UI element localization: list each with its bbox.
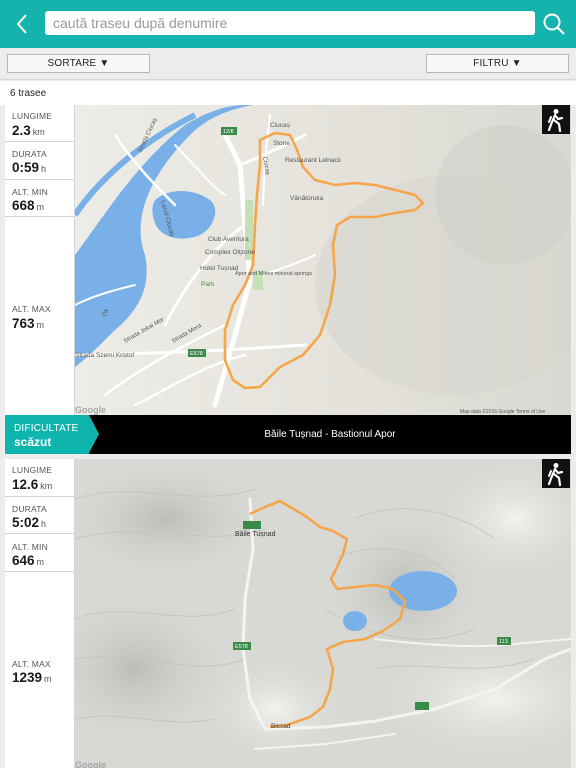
chevron-left-icon — [16, 14, 27, 34]
road-shield-bottom: E578 — [190, 351, 203, 357]
stat-value: 12.6 km — [12, 477, 53, 492]
map-label: Restaurant Lelnacii — [285, 157, 341, 164]
map-label: Ciucaș — [270, 122, 291, 129]
activity-badge — [542, 105, 570, 134]
road-shield: E578 — [235, 644, 248, 650]
map-label: Hotel Tușnad — [200, 265, 239, 272]
stat-length: LUNGIME 12.6 km — [5, 459, 74, 497]
stat-length: LUNGIME 2.3 km — [5, 105, 74, 142]
difficulty-badge: DIFICULTATE scăzut — [5, 415, 89, 454]
stat-label: DURATA — [12, 504, 47, 514]
stat-duration: DURATA 5:02 h — [5, 497, 74, 534]
route-map[interactable]: Ciucaș Stone Restaurant Lelnacii Vânător… — [75, 105, 571, 415]
difficulty-value: scăzut — [14, 435, 52, 449]
stat-label: LUNGIME — [12, 111, 53, 121]
stat-label: ALT. MAX — [12, 304, 51, 314]
map-label: Vânătoruka — [290, 195, 324, 202]
stat-alt-min: ALT. MIN 668 m — [5, 180, 74, 217]
stat-value: 2.3 km — [12, 123, 45, 138]
difficulty-label: DIFICULTATE — [14, 423, 79, 434]
route-map[interactable]: E578 113 Băile Tușnad Bicsad Google — [75, 459, 571, 768]
stat-value: 668 m — [12, 198, 45, 213]
map-label: Complex Olțzone — [205, 249, 255, 256]
stat-alt-max: ALT. MAX 763 m — [5, 217, 74, 415]
map-label: Bicsad — [271, 723, 291, 730]
map-label: Club Aventura — [208, 236, 249, 243]
google-logo: Google — [75, 760, 106, 768]
hiking-icon — [547, 462, 564, 486]
route-stats: LUNGIME 2.3 km DURATA 0:59 h ALT. MIN 668 m… — [5, 105, 75, 415]
road-shield: 113 — [499, 639, 508, 645]
results-count-row: 6 trasee — [0, 81, 576, 105]
route-name: Băile Tușnad - Bastionul Apor — [264, 429, 396, 440]
back-button[interactable] — [10, 10, 36, 38]
route-card[interactable]: LUNGIME 2.3 km DURATA 0:59 h ALT. MIN 668 m… — [5, 105, 571, 454]
stat-alt-min: ALT. MIN 646 m — [5, 534, 74, 572]
map-label: Strada Szemi Kristof — [75, 352, 134, 359]
stat-value: 763 m — [12, 316, 45, 331]
map-label: Băile Tușnad — [235, 531, 276, 538]
lake-shape — [343, 611, 367, 631]
route-stats: LUNGIME 12.6 km DURATA 5:02 h ALT. MIN 646… — [5, 459, 75, 768]
route-info-bar: DIFICULTATE scăzut Băile Tușnad - Bastio… — [5, 415, 571, 454]
search-button[interactable] — [541, 11, 567, 37]
sort-button[interactable]: SORTARE ▼ — [7, 54, 150, 73]
results-count: 6 trasee — [10, 88, 47, 99]
stat-label: ALT. MIN — [12, 542, 48, 552]
stat-label: DURATA — [12, 149, 47, 159]
road-shield-top: 12/8 — [223, 129, 234, 135]
route-card[interactable]: LUNGIME 12.6 km DURATA 5:02 h ALT. MIN 646… — [5, 459, 571, 768]
stat-value: 1239 m — [12, 670, 52, 685]
map-attribution: Map data ©2016 Google Terms of Use — [460, 408, 546, 415]
map-canvas: Ciucaș Stone Restaurant Lelnacii Vânător… — [75, 105, 571, 415]
top-bar — [0, 0, 576, 48]
activity-badge — [542, 459, 570, 488]
stat-label: ALT. MIN — [12, 187, 48, 197]
filter-button[interactable]: FILTRU ▼ — [426, 54, 569, 73]
hiking-icon — [547, 108, 564, 132]
stat-value: 646 m — [12, 553, 45, 568]
stat-label: LUNGIME — [12, 465, 53, 475]
toolbar: SORTARE ▼ FILTRU ▼ — [0, 48, 576, 80]
stat-duration: DURATA 0:59 h — [5, 142, 74, 180]
map-label: Park — [201, 281, 215, 288]
stat-value: 5:02 h — [12, 515, 47, 530]
stat-alt-max: ALT. MAX 1239 m — [5, 572, 74, 768]
google-logo: Google — [75, 405, 106, 415]
search-icon — [543, 13, 565, 35]
stat-label: ALT. MAX — [12, 659, 51, 669]
map-label: Stone — [273, 140, 290, 147]
map-canvas: E578 113 Băile Tușnad Bicsad Google — [75, 459, 571, 768]
map-label: Apor and Mikes mineral springs — [235, 271, 312, 277]
stat-value: 0:59 h — [12, 160, 47, 175]
search-input[interactable] — [45, 11, 535, 35]
lake-shape — [389, 571, 457, 611]
